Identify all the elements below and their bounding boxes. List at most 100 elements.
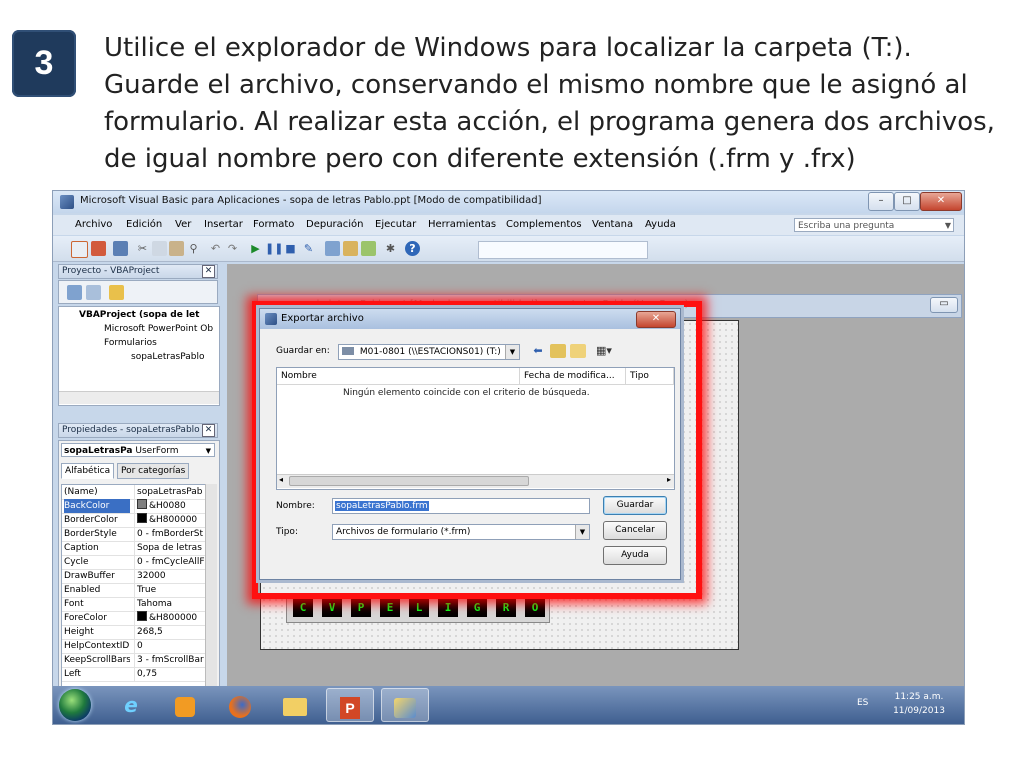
property-value[interactable]: &H0080 — [134, 499, 206, 513]
cut-icon[interactable]: ✂ — [135, 241, 150, 256]
tree-item-forms-folder[interactable]: Formularios — [104, 338, 157, 348]
letter-tile[interactable]: P — [351, 599, 371, 617]
file-type-dropdown[interactable]: Archivos de formulario (*.frm) ▼ — [332, 524, 590, 540]
up-folder-icon[interactable] — [550, 344, 566, 358]
menu-ventana[interactable]: Ventana — [592, 219, 633, 230]
property-row[interactable]: BackColor &H0080 — [62, 499, 206, 514]
column-date-modified[interactable]: Fecha de modifica... — [520, 368, 626, 385]
menu-depuracion[interactable]: Depuración — [306, 219, 364, 230]
property-row[interactable]: (Name) sopaLetrasPab — [62, 485, 206, 500]
undo-icon[interactable]: ↶ — [208, 241, 223, 256]
toolbox-icon[interactable]: ✱ — [383, 241, 398, 256]
maximize-button[interactable]: □ — [894, 192, 920, 211]
property-row[interactable]: BorderStyle 0 - fmBorderSt — [62, 527, 206, 542]
property-value[interactable]: &H800000 — [134, 611, 206, 625]
chevron-down-icon[interactable]: ▼ — [505, 345, 519, 359]
firefox-icon[interactable] — [216, 688, 264, 722]
clock[interactable]: 11:25 a.m. 11/09/2013 — [879, 690, 959, 718]
restore-button[interactable]: ▭ — [930, 297, 958, 313]
property-value[interactable]: True — [134, 583, 206, 597]
letter-tile[interactable]: E — [380, 599, 400, 617]
property-value[interactable]: 32000 — [134, 569, 206, 583]
chevron-down-icon[interactable]: ▼ — [575, 525, 589, 539]
break-icon[interactable]: ❚❚ — [265, 241, 283, 256]
letter-tile[interactable]: L — [409, 599, 429, 617]
paste-icon[interactable] — [169, 241, 184, 256]
ask-question-input[interactable]: Escriba una pregunta ▼ — [794, 218, 954, 232]
help-button[interactable]: Ayuda — [603, 546, 667, 565]
powerpoint-icon[interactable]: P — [326, 688, 374, 722]
language-indicator[interactable]: ES — [857, 698, 868, 708]
letter-tile[interactable]: V — [322, 599, 342, 617]
property-row[interactable]: Font Tahoma — [62, 597, 206, 612]
property-value[interactable]: &H800000 — [134, 513, 206, 527]
menu-ejecutar[interactable]: Ejecutar — [375, 219, 416, 230]
property-value[interactable]: 0,75 — [134, 667, 206, 681]
column-name[interactable]: Nombre — [277, 368, 520, 385]
property-value[interactable]: 0 — [134, 639, 206, 653]
close-button[interactable]: ✕ — [920, 192, 962, 211]
dialog-close-button[interactable]: ✕ — [636, 311, 676, 328]
minimize-button[interactable]: – — [868, 192, 894, 211]
save-in-dropdown[interactable]: M01-0801 (\\ESTACIONS01) (T:) ▼ — [338, 344, 520, 360]
save-icon[interactable] — [113, 241, 128, 256]
copy-icon[interactable] — [152, 241, 167, 256]
new-folder-icon[interactable] — [570, 344, 586, 358]
properties-vscrollbar[interactable] — [205, 484, 217, 700]
chevron-down-icon[interactable]: ▼ — [945, 219, 951, 233]
scroll-left-icon[interactable]: ◂ — [279, 475, 283, 484]
vba-editor-icon[interactable] — [381, 688, 429, 722]
internet-explorer-icon[interactable]: e — [107, 688, 155, 722]
chevron-down-icon[interactable]: ▼ — [206, 444, 211, 458]
property-row[interactable]: Caption Sopa de letras — [62, 541, 206, 556]
userform-icon[interactable] — [71, 241, 88, 258]
file-name-input[interactable]: sopaLetrasPablo.frm — [332, 498, 590, 514]
close-icon[interactable]: ✕ — [202, 424, 215, 437]
file-list-hscrollbar[interactable]: ◂ ▸ — [277, 474, 674, 488]
file-list[interactable]: Nombre Fecha de modifica... Tipo Ningún … — [276, 367, 675, 490]
folder-icon[interactable] — [271, 688, 319, 722]
property-row[interactable]: Height 268,5 — [62, 625, 206, 640]
properties-icon[interactable] — [343, 241, 358, 256]
menu-edicion[interactable]: Edición — [126, 219, 162, 230]
run-icon[interactable]: ▶ — [248, 241, 263, 256]
menu-insertar[interactable]: Insertar — [204, 219, 243, 230]
property-value[interactable]: 3 - fmScrollBar — [134, 653, 206, 667]
help-icon[interactable]: ? — [405, 241, 420, 256]
menu-archivo[interactable]: Archivo — [75, 219, 112, 230]
menu-herramientas[interactable]: Herramientas — [428, 219, 496, 230]
view-object-icon[interactable] — [86, 285, 101, 300]
find-icon[interactable]: ⚲ — [186, 241, 201, 256]
tab-by-category[interactable]: Por categorías — [117, 463, 190, 479]
tree-item-userform[interactable]: sopaLetrasPablo — [131, 352, 205, 362]
menu-formato[interactable]: Formato — [253, 219, 294, 230]
object-browser-icon[interactable] — [361, 241, 376, 256]
column-type[interactable]: Tipo — [626, 368, 674, 385]
toggle-folders-icon[interactable] — [109, 285, 124, 300]
property-value[interactable]: 0 - fmCycleAllF — [134, 555, 206, 569]
tree-item-vbaproject[interactable]: VBAProject (sopa de let — [79, 310, 199, 320]
menu-ayuda[interactable]: Ayuda — [645, 219, 676, 230]
back-icon[interactable]: ⬅ — [530, 344, 546, 358]
property-row[interactable]: DrawBuffer 32000 — [62, 569, 206, 584]
property-row[interactable]: BorderColor &H800000 — [62, 513, 206, 528]
scroll-thumb[interactable] — [289, 476, 529, 486]
start-button[interactable] — [59, 689, 91, 721]
media-player-icon[interactable] — [161, 688, 209, 722]
property-value[interactable]: 0 - fmBorderSt — [134, 527, 206, 541]
property-row[interactable]: ForeColor &H800000 — [62, 611, 206, 626]
property-value[interactable]: Tahoma — [134, 597, 206, 611]
property-row[interactable]: Enabled True — [62, 583, 206, 598]
project-explorer-icon[interactable] — [325, 241, 340, 256]
object-selector[interactable]: sopaLetrasPa UserForm ▼ — [61, 443, 215, 457]
reset-icon[interactable]: ■ — [283, 241, 298, 256]
property-row[interactable]: Left 0,75 — [62, 667, 206, 682]
view-code-icon[interactable] — [67, 285, 82, 300]
tree-hscrollbar[interactable] — [59, 391, 219, 404]
redo-icon[interactable]: ↷ — [225, 241, 240, 256]
view-menu-icon[interactable]: ▦▾ — [592, 344, 616, 358]
cancel-button[interactable]: Cancelar — [603, 521, 667, 540]
tree-item-powerpoint-objects[interactable]: Microsoft PowerPoint Ob — [104, 324, 213, 334]
letter-tile[interactable]: I — [438, 599, 458, 617]
property-row[interactable]: Cycle 0 - fmCycleAllF — [62, 555, 206, 570]
